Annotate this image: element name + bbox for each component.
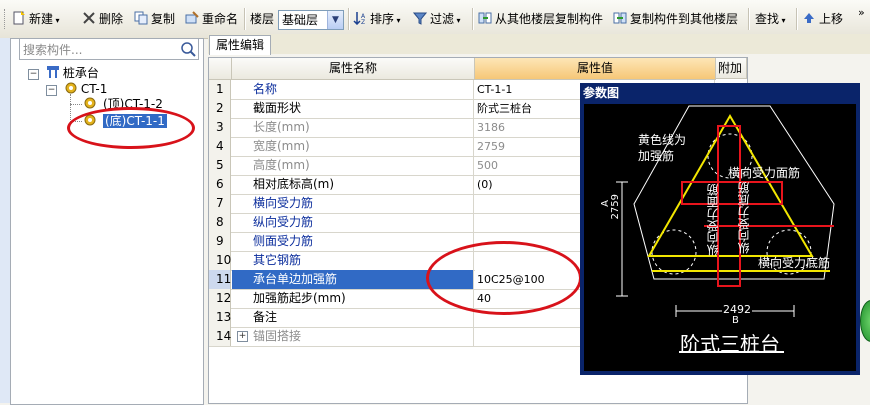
parameter-diagram-window[interactable]: 参数图 黄色线为 加强筋 横向受力面筋 横向受力底筋 纵向受力面筋 纵向受力底筋… [580,83,860,375]
row-number-header [209,58,232,80]
sort-icon: AZ [353,11,367,26]
label-transverse-face: 横向受力面筋 [728,166,801,180]
search-icon[interactable] [178,39,198,59]
rename-button[interactable]: 重命名 [185,10,238,28]
property-name: 相对底标高(m) [232,175,474,194]
copy-from-floor-button[interactable]: 从其他楼层复制构件 [478,10,603,28]
property-name: 长度(mm) [232,118,474,137]
new-icon [12,11,26,25]
row-number: 6 [209,175,231,194]
property-name: 备注 [232,308,474,327]
toolbar-grip[interactable] [4,9,8,29]
floating-green-button[interactable] [860,300,870,342]
property-name: 名称 [232,80,474,99]
parameter-diagram-canvas: 黄色线为 加强筋 横向受力面筋 横向受力底筋 纵向受力面筋 纵向受力底筋 A 2… [584,104,856,371]
property-name: 截面形状 [232,99,474,118]
row-number: 4 [209,137,231,156]
copy-icon [134,11,148,25]
delete-button[interactable]: 删除 [82,10,123,28]
expand-icon[interactable]: + [237,331,248,342]
row-number: 11 [209,270,231,289]
filter-icon [412,11,428,25]
svg-text:Z: Z [361,19,365,25]
property-name: 侧面受力筋 [232,232,474,251]
toolbar-separator [472,8,474,30]
toolbar-separator [748,8,750,30]
find-button[interactable]: 查找 ▾ [755,10,786,28]
search-placeholder: 搜索构件... [23,43,83,57]
toolbar-separator [348,8,350,30]
row-number: 5 [209,156,231,175]
arrow-up-icon [802,11,816,25]
row-number: 2 [209,99,231,118]
toolbar-overflow-button[interactable]: » [858,4,865,22]
label-longitudinal-bottom: 纵向受力底筋 [737,182,751,254]
toolbar-separator [796,8,798,30]
delete-icon [82,11,96,25]
label-transverse-bottom: 横向受力底筋 [758,256,831,270]
diagram-note: 黄色线为 加强筋 [638,133,687,163]
search-input[interactable]: 搜索构件... [19,38,199,60]
property-name: 高度(mm) [232,156,474,175]
row-number: 13 [209,308,231,327]
parameter-window-title: 参数图 [583,86,620,100]
collapse-icon[interactable]: − [28,69,39,80]
row-number: 12 [209,289,231,308]
move-up-button[interactable]: 上移 [802,10,843,28]
property-name: 横向受力筋 [232,194,474,213]
chevron-down-icon[interactable]: ▼ [327,11,343,29]
label-longitudinal-face: 纵向受力面筋 [706,184,720,256]
row-number: 10 [209,251,231,270]
pile-cap-icon [46,65,60,79]
tree-connector [70,104,82,106]
copy-to-floor-button[interactable]: 复制构件到其他楼层 [613,10,738,28]
row-number: 14 [209,327,231,346]
row-number: 1 [209,80,231,99]
tab-property-edit[interactable]: 属性编辑 [209,35,271,55]
column-header-name[interactable]: 属性名称 [232,58,475,80]
column-header-extra[interactable]: 附加 [716,58,747,79]
copy-button[interactable]: 复制 [134,10,175,28]
floor-select-value: 基础层 [282,13,319,27]
row-number: 9 [209,232,231,251]
filter-button[interactable]: 过滤 ▾ [412,10,461,28]
copy-to-floor-icon [613,11,627,25]
property-name: + 锚固搭接 [232,327,474,346]
diagram-caption: 阶式三桩台 [680,332,780,356]
new-button[interactable]: 新建 ▾ [12,10,60,28]
highlight-ellipse [426,241,582,315]
copy-from-floor-icon [478,11,492,25]
dimension-b-letter: B [732,315,739,326]
tree-root[interactable]: − 桩承台 [28,65,99,81]
highlight-ellipse [67,107,195,149]
row-number: 7 [209,194,231,213]
sort-button[interactable]: A Z 排序 ▾ [353,10,401,28]
row-number: 8 [209,213,231,232]
dimension-a-value: 2759 [610,194,621,220]
floor-select[interactable]: 基础层 ▼ [278,10,344,30]
tree-group-ct1[interactable]: − CT-1 [46,81,107,97]
row-number: 3 [209,118,231,137]
property-name: 宽度(mm) [232,137,474,156]
floor-label: 楼层 [250,12,275,26]
rename-icon [185,11,199,25]
collapse-icon[interactable]: − [46,85,57,96]
property-name: 纵向受力筋 [232,213,474,232]
gear-icon [83,96,97,110]
tree-connector [70,94,72,120]
column-header-value[interactable]: 属性值 [475,58,716,80]
toolbar-separator [244,8,246,30]
property-tabstrip [208,34,870,54]
gear-icon [64,81,78,95]
